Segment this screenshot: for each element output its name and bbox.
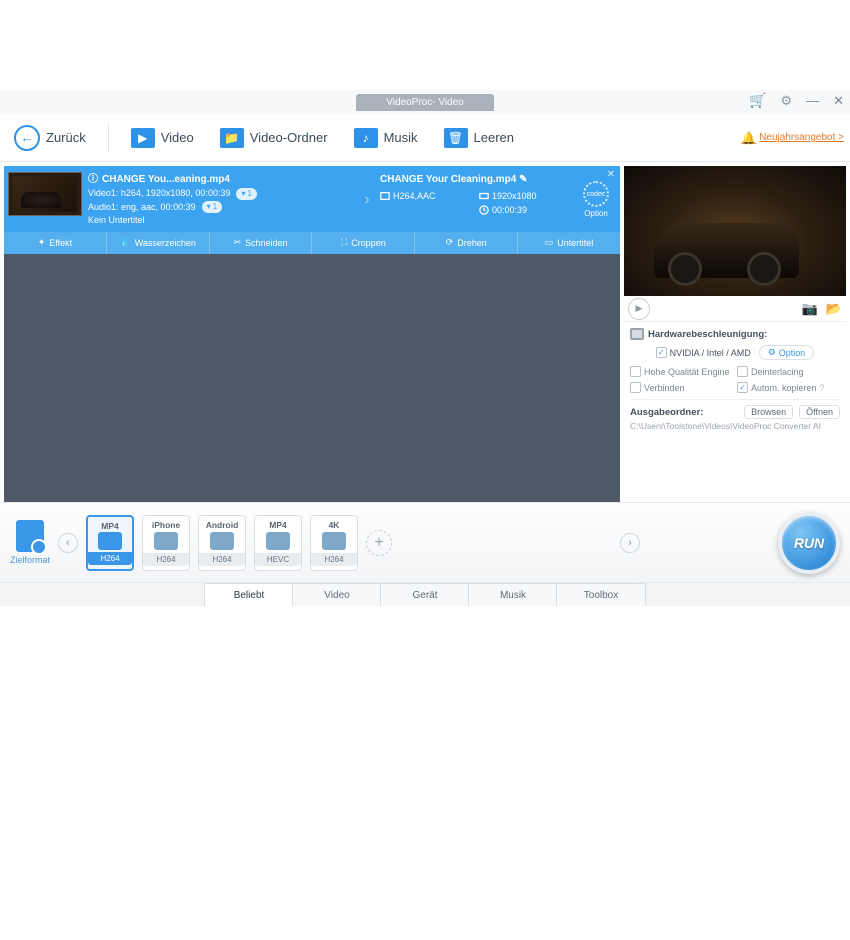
play-button[interactable]: ▶ (628, 298, 650, 320)
drop-icon: 💧 (120, 237, 131, 248)
tab-video[interactable]: Video (292, 583, 382, 606)
content-area: ✕ ⓘCHANGE You...eaning.mp4 Video1: h264,… (0, 162, 850, 502)
help-icon[interactable]: ? (820, 383, 825, 393)
output-path: C:\Users\Toolstone\Videos\VideoProc Conv… (630, 421, 840, 431)
format-glyph-icon (266, 532, 290, 550)
hw-vendor-check[interactable]: ✓NVIDIA / Intel / AMD (656, 347, 751, 358)
autocopy-check[interactable]: ✓Autom. kopieren ? (737, 382, 840, 393)
target-format-label[interactable]: Zielformat (10, 520, 50, 565)
codec-icon: codec (583, 181, 609, 207)
bell-icon: 🔔 (741, 131, 756, 145)
clear-button[interactable]: 🗑 Leeren (436, 124, 522, 152)
folder-icon: 📁 (220, 128, 244, 148)
merge-check[interactable]: Verbinden (630, 382, 733, 393)
category-tabs: Beliebt Video Gerät Musik Toolbox (0, 582, 850, 606)
output-info: CHANGE Your Cleaning.mp4 ✎ H264,AAC 1920… (380, 172, 570, 228)
format-glyph-icon (98, 532, 122, 550)
file-list-pane: ✕ ⓘCHANGE You...eaning.mp4 Video1: h264,… (4, 166, 620, 502)
settings-icon[interactable]: ⚙ (780, 93, 792, 109)
add-format-button[interactable]: + (366, 530, 392, 556)
clock-icon (479, 205, 489, 215)
add-video-button[interactable]: ▶ Video (123, 124, 202, 152)
subtitle-icon: ▭ (545, 237, 554, 248)
codec-option-button[interactable]: codec Option (576, 172, 616, 228)
file-item[interactable]: ✕ ⓘCHANGE You...eaning.mp4 Video1: h264,… (4, 166, 620, 254)
tab-device[interactable]: Gerät (380, 583, 470, 606)
target-format-icon (16, 520, 44, 552)
wand-icon: ✦ (38, 237, 46, 248)
add-folder-button[interactable]: 📁 Video-Ordner (212, 124, 336, 152)
playback-bar: ▶ 📷 📂 (624, 296, 846, 322)
format-glyph-icon (322, 532, 346, 550)
hq-engine-check[interactable]: Hohe Qualität Engine (630, 366, 733, 377)
formats-prev-button[interactable]: ‹ (58, 533, 78, 553)
effect-tab[interactable]: ✦Effekt (4, 232, 107, 254)
tab-toolbox[interactable]: Toolbox (556, 583, 646, 606)
remove-file-button[interactable]: ✕ (607, 169, 615, 180)
add-music-button[interactable]: ♪ Musik (346, 124, 426, 152)
format-glyph-icon (154, 532, 178, 550)
arrow-icon: › (360, 172, 374, 228)
tab-music[interactable]: Musik (468, 583, 558, 606)
cut-tab[interactable]: ✂Schneiden (210, 232, 313, 254)
rotate-icon: ⟳ (446, 237, 454, 248)
resolution-icon (479, 191, 489, 201)
music-icon: ♪ (354, 128, 378, 148)
format-card-mp4-h264[interactable]: MP4H264 (86, 515, 134, 571)
snapshot-icon[interactable]: 📷 (802, 301, 818, 317)
options-panel: Hardwarebeschleunigung: ✓NVIDIA / Intel … (624, 322, 846, 437)
format-card-mp4-hevc[interactable]: MP4HEVC (254, 515, 302, 571)
window-controls: 🛒 ⚙ — ✕ (749, 92, 844, 109)
window-title: VideoProc- Video (356, 94, 493, 111)
hw-accel-title: Hardwarebeschleunigung: (630, 328, 840, 340)
trash-icon: 🗑 (444, 128, 468, 148)
hw-option-button[interactable]: ⚙Option (759, 345, 815, 360)
output-folder: Ausgabeordner: Browsen Öffnen C:\Users\T… (630, 399, 840, 431)
video-track-pill[interactable]: ▾ 1 (236, 188, 256, 200)
titlebar: VideoProc- Video 🛒 ⚙ — ✕ (0, 90, 850, 114)
formats-next-button[interactable]: › (620, 533, 640, 553)
chip-icon (630, 328, 644, 340)
rotate-tab[interactable]: ⟳Drehen (415, 232, 518, 254)
edit-toolbar: ✦Effekt 💧Wasserzeichen ✂Schneiden ⛶Cropp… (4, 232, 620, 254)
scissors-icon: ✂ (234, 237, 242, 248)
cart-icon[interactable]: 🛒 (749, 92, 766, 109)
promo-link[interactable]: 🔔 Neujahrsangebot > (741, 131, 844, 145)
subtitle-tab[interactable]: ▭Untertitel (518, 232, 620, 254)
format-card-4k-h264[interactable]: 4KH264 (310, 515, 358, 571)
close-button[interactable]: ✕ (833, 93, 844, 109)
gear-icon: ⚙ (768, 347, 776, 358)
video-icon: ▶ (131, 128, 155, 148)
back-button[interactable]: ← Zurück (6, 121, 94, 155)
audio-track-pill[interactable]: ▾ 1 (202, 201, 222, 213)
format-card-iphone-h264[interactable]: iPhoneH264 (142, 515, 190, 571)
back-arrow-icon: ← (14, 125, 40, 151)
file-thumbnail (8, 172, 82, 216)
watermark-tab[interactable]: 💧Wasserzeichen (107, 232, 210, 254)
rename-icon[interactable]: ✎ (519, 174, 527, 185)
deinterlace-check[interactable]: Deinterlacing (737, 366, 840, 377)
open-folder-icon[interactable]: 📂 (826, 301, 842, 317)
format-bar: Zielformat ‹ MP4H264iPhoneH264AndroidH26… (0, 502, 850, 582)
video-preview (624, 166, 846, 296)
format-glyph-icon (210, 532, 234, 550)
open-button[interactable]: Öffnen (799, 405, 840, 419)
run-button[interactable]: RUN (778, 512, 840, 574)
browse-button[interactable]: Browsen (744, 405, 793, 419)
separator (108, 123, 109, 153)
crop-tab[interactable]: ⛶Croppen (312, 232, 415, 254)
app-window: VideoProc- Video 🛒 ⚙ — ✕ ← Zurück ▶ Vide… (0, 90, 850, 606)
info-icon: ⓘ (88, 172, 98, 187)
minimize-button[interactable]: — (806, 93, 819, 108)
input-info: ⓘCHANGE You...eaning.mp4 Video1: h264, 1… (88, 172, 354, 228)
crop-icon: ⛶ (341, 237, 347, 248)
format-list: MP4H264iPhoneH264AndroidH264MP4HEVC4KH26… (86, 515, 358, 571)
tab-popular[interactable]: Beliebt (204, 583, 294, 606)
preview-pane: ▶ 📷 📂 Hardwarebeschleunigung: ✓NVIDIA / … (624, 166, 846, 502)
film-icon (380, 191, 390, 201)
main-toolbar: ← Zurück ▶ Video 📁 Video-Ordner ♪ Musik … (0, 114, 850, 162)
format-card-android-h264[interactable]: AndroidH264 (198, 515, 246, 571)
